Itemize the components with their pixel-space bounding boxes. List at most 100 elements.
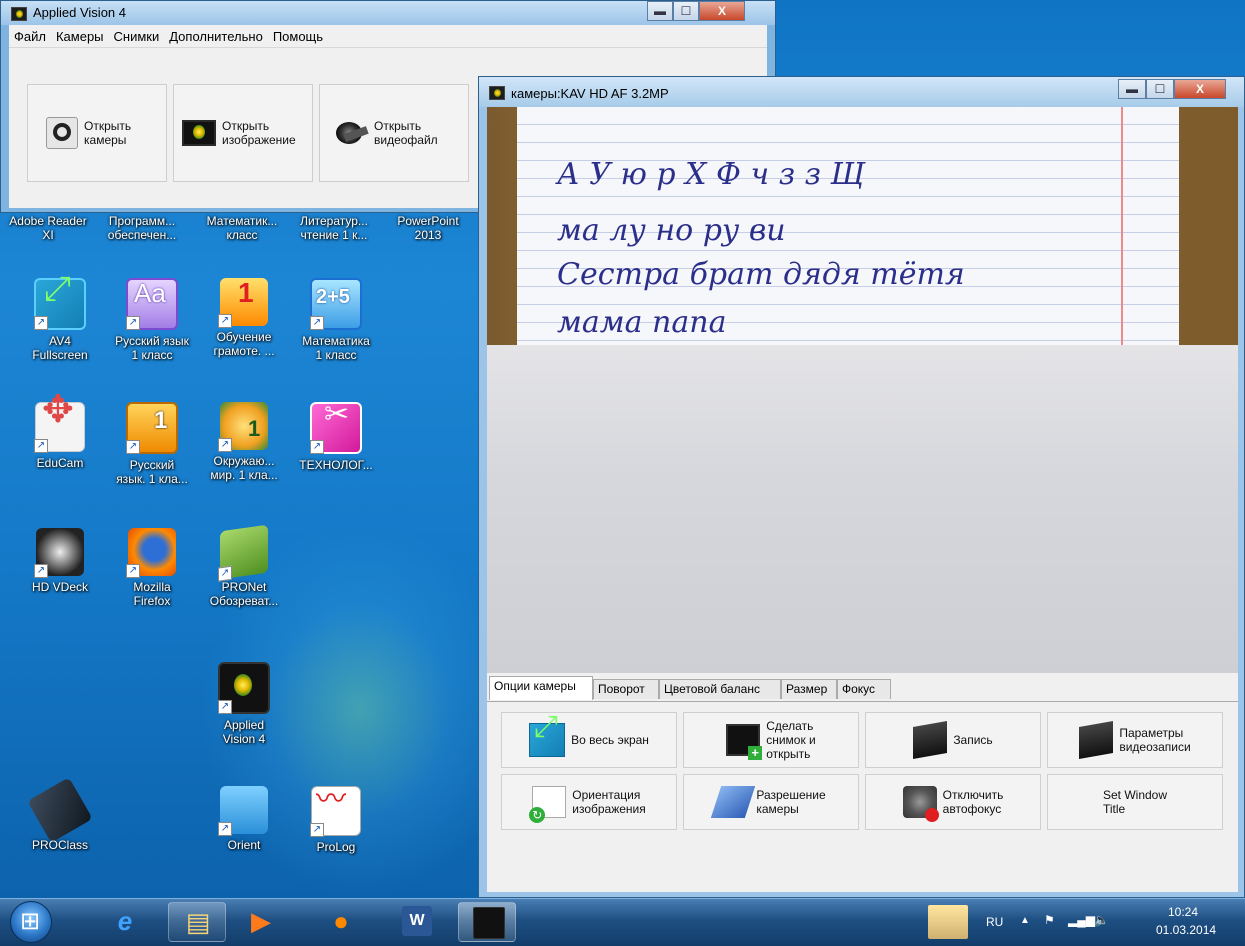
av4-fullscreen-icon: ↗ bbox=[34, 278, 86, 330]
open-video-button[interactable]: Открыть видеофайл bbox=[319, 84, 469, 182]
handwriting-line-3: Сестра брат дядя тётя bbox=[557, 257, 965, 292]
set-window-title-button[interactable]: Set Window Title bbox=[1047, 774, 1223, 830]
record-button[interactable]: Запись bbox=[865, 712, 1041, 768]
pronet-book-icon: ↗ bbox=[218, 524, 268, 582]
desktop-icon-math-class[interactable]: Математик... класс bbox=[196, 214, 288, 242]
desktop-icon-hdvdeck[interactable]: ↗ HD VDeck bbox=[14, 528, 106, 594]
shortcut-arrow-icon: ↗ bbox=[310, 440, 324, 454]
main-titlebar[interactable]: Applied Vision 4 ▬ ☐ X bbox=[1, 1, 775, 25]
desktop-icon-pronet[interactable]: ↗ PRONet Обозреват... bbox=[198, 524, 290, 608]
pen-tray-icon[interactable] bbox=[928, 905, 968, 939]
tab-size[interactable]: Размер bbox=[781, 679, 837, 699]
camera-caption-buttons: ▬ ☐ X bbox=[1118, 79, 1226, 99]
tab-rotation[interactable]: Поворот bbox=[593, 679, 659, 699]
camera-minimize-button[interactable]: ▬ bbox=[1118, 79, 1146, 99]
camera-titlebar[interactable]: камеры:KAV HD AF 3.2MP ▬ ☐ X bbox=[479, 77, 1244, 107]
taskbar-word-button[interactable]: W bbox=[388, 902, 446, 942]
applied-vision-app-icon bbox=[11, 7, 27, 21]
desktop-icon-literature[interactable]: Литератур... чтение 1 к... bbox=[288, 214, 380, 242]
russian-book-icon: ↗ bbox=[126, 402, 178, 454]
open-video-label: Открыть видеофайл bbox=[374, 119, 438, 147]
russian-language-icon: ↗ bbox=[126, 278, 178, 330]
desktop-icon-orient[interactable]: ↗ Orient bbox=[198, 786, 290, 852]
applied-vision-icon bbox=[473, 907, 505, 939]
desktop-icon-technology[interactable]: ↗ ТЕХНОЛОГ... bbox=[290, 402, 382, 472]
desktop-icon-educam[interactable]: ↗ EduCam bbox=[14, 402, 106, 470]
scissors-icon: ↗ bbox=[310, 402, 362, 454]
fullscreen-button[interactable]: Во весь экран bbox=[501, 712, 677, 768]
folder-icon: ▤ bbox=[185, 907, 211, 937]
resolution-icon bbox=[711, 786, 756, 818]
applied-vision-icon: ↗ bbox=[218, 662, 270, 714]
orient-icon: ↗ bbox=[218, 786, 268, 836]
open-cameras-button[interactable]: Открыть камеры bbox=[27, 84, 167, 182]
camera-maximize-button[interactable]: ☐ bbox=[1146, 79, 1174, 99]
open-cameras-label: Открыть камеры bbox=[84, 119, 132, 147]
menu-cameras[interactable]: Камеры bbox=[51, 29, 109, 44]
menu-file[interactable]: Файл bbox=[9, 29, 51, 44]
shortcut-arrow-icon: ↗ bbox=[126, 564, 140, 578]
video-settings-button[interactable]: Параметры видеозаписи bbox=[1047, 712, 1223, 768]
taskbar-firefox-button[interactable]: ● bbox=[312, 902, 370, 942]
camera-window-title: камеры:KAV HD AF 3.2MP bbox=[511, 86, 669, 101]
taskbar-media-button[interactable]: ▶ bbox=[232, 902, 290, 942]
camera-resolution-button[interactable]: Разрешение камеры bbox=[683, 774, 859, 830]
menu-bar: Файл Камеры Снимки Дополнительно Помощь bbox=[9, 25, 767, 47]
close-button[interactable]: X bbox=[699, 1, 745, 21]
maximize-button[interactable]: ☐ bbox=[673, 1, 699, 21]
flag-icon[interactable]: ⚑ bbox=[1044, 913, 1055, 927]
clock-time[interactable]: 10:24 bbox=[1168, 905, 1198, 919]
shortcut-arrow-icon: ↗ bbox=[126, 440, 140, 454]
desktop-icon-adobe-reader[interactable]: Adobe Reader XI bbox=[2, 214, 94, 242]
tab-color-balance[interactable]: Цветовой баланс bbox=[659, 679, 781, 699]
taskbar-applied-vision-button[interactable] bbox=[458, 902, 516, 942]
snapshot-open-button[interactable]: Сделатьснимок иоткрыть bbox=[683, 712, 859, 768]
prolog-graph-icon: ↗ bbox=[310, 786, 361, 837]
main-caption-buttons: ▬ ☐ X bbox=[647, 1, 745, 21]
desktop-icon-literacy[interactable]: ↗ Обучениеграмоте. ... bbox=[198, 278, 290, 358]
taskbar-explorer-button[interactable]: ▤ bbox=[168, 902, 226, 942]
autofocus-off-icon bbox=[902, 786, 939, 822]
desktop-icon-russian-2[interactable]: ↗ Русскийязык. 1 кла... bbox=[106, 402, 198, 486]
desktop-icon-powerpoint[interactable]: PowerPoint 2013 bbox=[382, 214, 474, 242]
speaker-disc-icon: ↗ bbox=[34, 528, 84, 578]
menu-snapshots[interactable]: Снимки bbox=[109, 29, 165, 44]
menu-extra[interactable]: Дополнительно bbox=[164, 29, 268, 44]
volume-icon[interactable]: 🔈 bbox=[1094, 913, 1109, 927]
media-player-icon: ▶ bbox=[251, 906, 271, 936]
shortcut-arrow-icon: ↗ bbox=[34, 564, 48, 578]
notebook-margin-line bbox=[1121, 107, 1123, 345]
taskbar-ie-button[interactable]: e bbox=[96, 902, 154, 942]
image-orientation-button[interactable]: Ориентацияизображения bbox=[501, 774, 677, 830]
camera-preview[interactable]: А У ю р Х Ф ч з з Щ ма лу но ру ви Сестр… bbox=[487, 107, 1238, 673]
tab-focus[interactable]: Фокус bbox=[837, 679, 891, 699]
shortcut-arrow-icon: ↗ bbox=[218, 700, 232, 714]
desktop-icon-world[interactable]: ↗ Окружаю...мир. 1 кла... bbox=[198, 402, 290, 482]
desktop-icon-av4-fullscreen[interactable]: ↗ AV4Fullscreen bbox=[14, 278, 106, 362]
handwriting-line-1: А У ю р Х Ф ч з з Щ bbox=[557, 157, 865, 192]
menu-help[interactable]: Помощь bbox=[268, 29, 328, 44]
desktop-icon-firefox[interactable]: ↗ Mozilla Firefox bbox=[106, 528, 198, 608]
film-reel-icon bbox=[334, 118, 368, 148]
camera-close-button[interactable]: X bbox=[1174, 79, 1226, 99]
webcam-icon bbox=[46, 117, 78, 149]
camera-options-panel: Во весь экран Сделатьснимок иоткрыть Зап… bbox=[487, 701, 1238, 892]
network-icon[interactable]: ▂▄▆ bbox=[1068, 913, 1095, 927]
desktop-icon-applied-vision[interactable]: ↗ Applied Vision 4 bbox=[198, 662, 290, 746]
shortcut-arrow-icon: ↗ bbox=[126, 316, 140, 330]
tab-camera-options[interactable]: Опции камеры bbox=[489, 676, 593, 700]
open-image-button[interactable]: Открыть изображение bbox=[173, 84, 313, 182]
math-icon: ↗ bbox=[310, 278, 362, 330]
disable-autofocus-button[interactable]: Отключить автофокус bbox=[865, 774, 1041, 830]
tray-expand-button[interactable]: ▲ bbox=[1020, 915, 1030, 926]
desktop-icon-programs[interactable]: Программ... обеспечен... bbox=[96, 214, 188, 242]
desktop-icon-proclass[interactable]: PROClass bbox=[14, 777, 106, 852]
desktop-icon-russian-1[interactable]: ↗ Русский язык1 класс bbox=[106, 278, 198, 362]
clock-date[interactable]: 01.03.2014 bbox=[1156, 923, 1216, 937]
desktop-icon-math-1[interactable]: ↗ Математика1 класс bbox=[290, 278, 382, 362]
desktop-icon-prolog[interactable]: ↗ ProLog bbox=[290, 786, 382, 854]
firefox-icon: ↗ bbox=[126, 528, 176, 578]
language-indicator[interactable]: RU bbox=[986, 915, 1003, 929]
start-button[interactable] bbox=[10, 901, 52, 943]
minimize-button[interactable]: ▬ bbox=[647, 1, 673, 21]
